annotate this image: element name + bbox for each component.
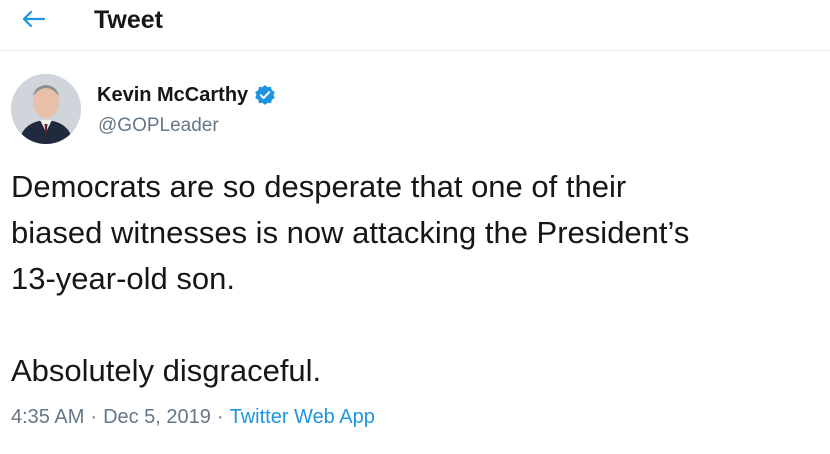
arrow-left-icon <box>20 9 46 34</box>
top-bar: Tweet <box>0 0 830 51</box>
meta-separator: · <box>90 406 98 428</box>
tweet-date[interactable]: Dec 5, 2019 <box>103 406 211 428</box>
tweet-text-line: 13-year-old son. <box>11 261 236 296</box>
tweet-time[interactable]: 4:35 AM <box>11 406 84 428</box>
tweet-text-line: Democrats are so desperate that one of t… <box>11 169 627 204</box>
author-handle[interactable]: @GOPLeader <box>98 114 219 138</box>
back-button[interactable] <box>14 6 52 36</box>
author-name-text: Kevin McCarthy <box>97 84 249 106</box>
meta-separator: · <box>216 406 224 428</box>
tweet-metadata: 4:35 AM · Dec 5, 2019 · Twitter Web App <box>11 404 375 430</box>
author-name[interactable]: Kevin McCarthy <box>97 83 276 107</box>
tweet-text-line: biased witnesses is now attacking the Pr… <box>11 215 690 250</box>
avatar[interactable] <box>11 74 81 144</box>
page-title: Tweet <box>94 6 163 34</box>
tweet-text-line: Absolutely disgraceful. <box>11 353 322 388</box>
verified-badge-icon <box>254 84 276 106</box>
tweet-source-link[interactable]: Twitter Web App <box>230 406 375 428</box>
tweet-text: Democrats are so desperate that one of t… <box>11 164 826 394</box>
